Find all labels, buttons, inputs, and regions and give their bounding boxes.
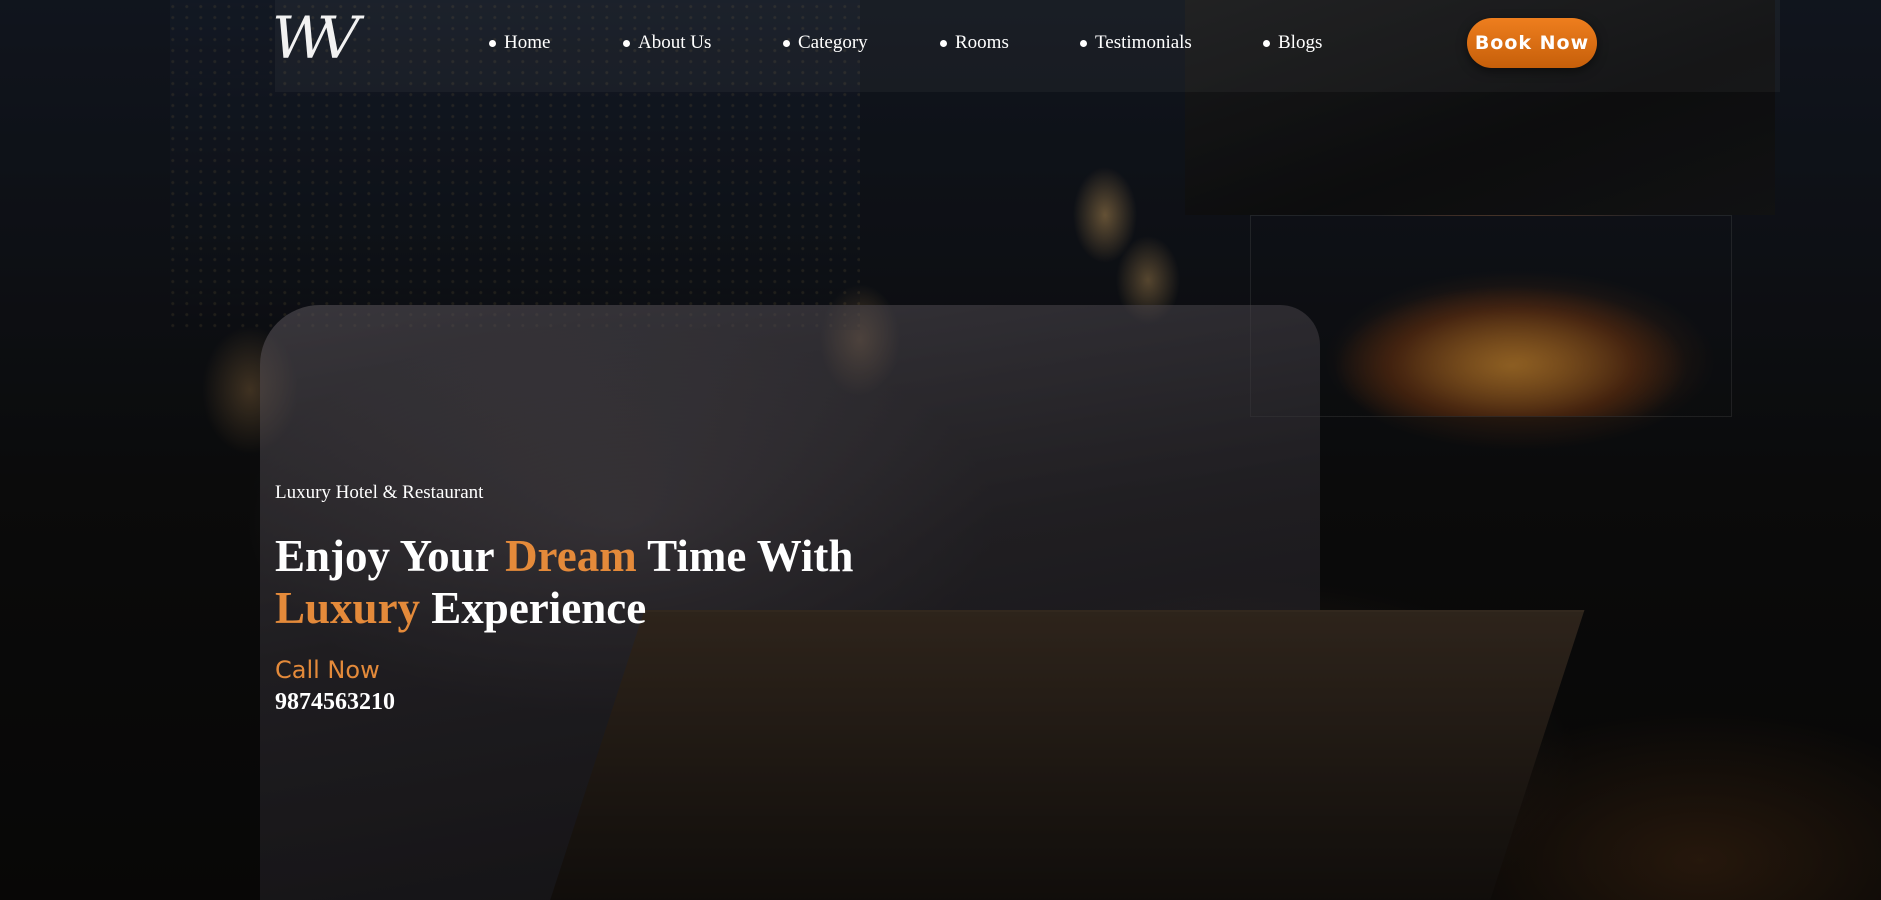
nav-item-rooms[interactable]: Rooms bbox=[940, 26, 1009, 60]
bullet-icon bbox=[940, 39, 947, 47]
bullet-icon bbox=[489, 39, 496, 47]
headline-text: Time With bbox=[636, 531, 854, 581]
bullet-icon bbox=[783, 39, 790, 47]
bullet-icon bbox=[623, 39, 630, 47]
nav-item-label: Category bbox=[798, 32, 868, 53]
book-now-button[interactable]: Book Now bbox=[1467, 18, 1597, 68]
dark-overlay bbox=[0, 0, 1881, 900]
hero-background bbox=[0, 0, 1881, 900]
site-header: WV Home About Us Category Rooms Testimon… bbox=[0, 0, 1881, 92]
nav-item-testimonials[interactable]: Testimonials bbox=[1080, 26, 1192, 60]
hero-eyebrow: Luxury Hotel & Restaurant bbox=[275, 482, 484, 503]
headline-text: Experience bbox=[420, 583, 647, 633]
headline-text: Enjoy Your bbox=[275, 531, 506, 581]
nav-item-label: Rooms bbox=[955, 32, 1009, 53]
bullet-icon bbox=[1263, 39, 1270, 47]
nav-item-home[interactable]: Home bbox=[489, 26, 550, 60]
call-now-label: Call Now bbox=[275, 656, 380, 684]
nav-item-label: About Us bbox=[638, 32, 712, 53]
headline-accent-text: Dream bbox=[505, 531, 637, 581]
nav-item-label: Testimonials bbox=[1095, 32, 1192, 53]
main-nav: Home About Us Category Rooms Testimonial… bbox=[0, 26, 1881, 60]
headline-accent-text: Luxury bbox=[275, 583, 421, 633]
hero-headline: Enjoy Your Dream Time With Luxury Experi… bbox=[275, 530, 853, 634]
phone-number-link[interactable]: 9874563210 bbox=[275, 689, 395, 716]
nav-item-blogs[interactable]: Blogs bbox=[1263, 26, 1322, 60]
bullet-icon bbox=[1080, 39, 1087, 47]
nav-item-label: Blogs bbox=[1278, 32, 1323, 53]
nav-item-label: Home bbox=[504, 32, 551, 53]
nav-item-about-us[interactable]: About Us bbox=[623, 26, 711, 60]
nav-item-category[interactable]: Category bbox=[783, 26, 868, 60]
